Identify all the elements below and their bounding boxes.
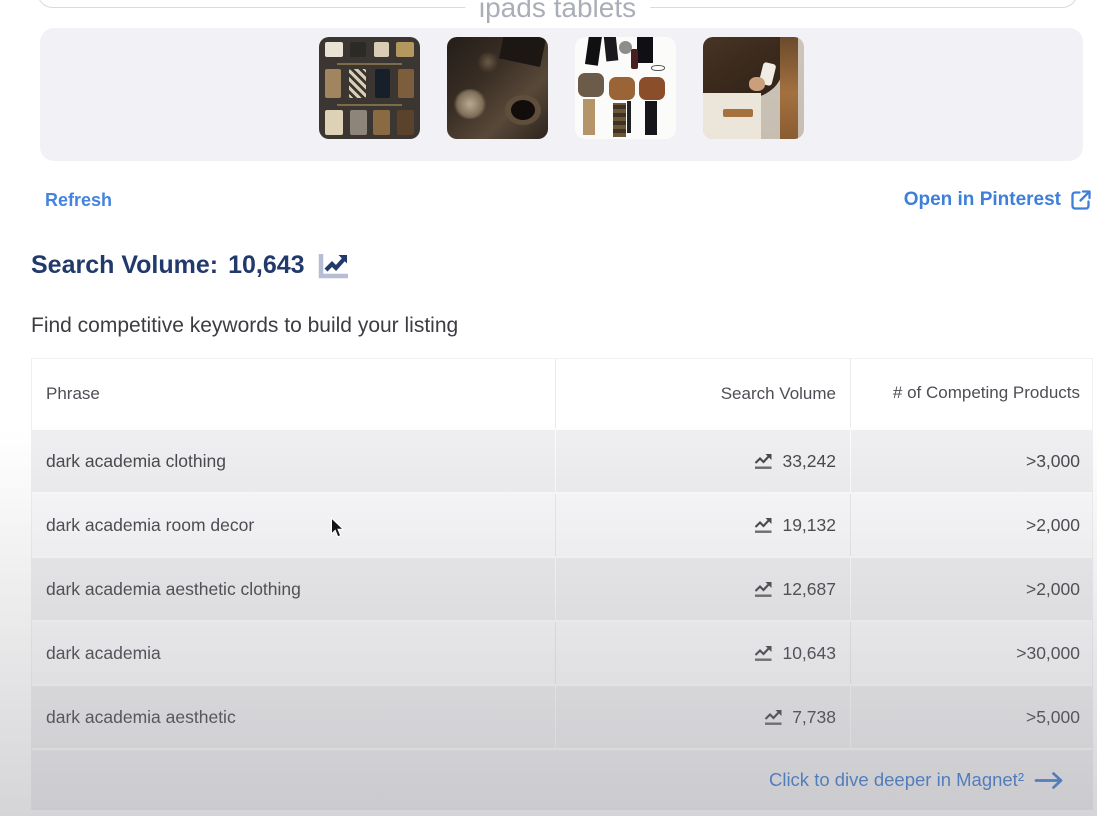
trend-chart-icon	[754, 581, 774, 598]
column-header-phrase[interactable]: Phrase	[32, 359, 555, 428]
search-volume-value: 12,687	[782, 579, 836, 600]
table-row[interactable]: dark academia clothing 33,242 >3,000	[32, 428, 1092, 492]
phrase-cell: dark academia	[32, 622, 555, 684]
search-volume-value: 7,738	[792, 707, 836, 728]
competing-products-cell: >5,000	[850, 686, 1094, 748]
table-row[interactable]: dark academia 10,643 >30,000	[32, 620, 1092, 684]
pin-thumbnail-1[interactable]	[319, 37, 420, 139]
search-volume-value: 10,643	[782, 643, 836, 664]
external-link-icon	[1070, 189, 1092, 211]
search-volume-value: 19,132	[782, 515, 836, 536]
pin-thumbnail-3[interactable]	[575, 37, 676, 139]
open-in-pinterest-link[interactable]: Open in Pinterest	[904, 189, 1092, 211]
truncated-input-text: ipads tablets	[465, 0, 650, 23]
truncated-search-input[interactable]: ipads tablets	[37, 0, 1078, 8]
search-volume-cell: 10,643	[555, 622, 850, 684]
table-row[interactable]: dark academia room decor 19,132 >2,000	[32, 492, 1092, 556]
phrase-cell: dark academia clothing	[32, 430, 555, 492]
trend-chart-icon	[764, 709, 784, 726]
search-volume-value: 33,242	[782, 451, 836, 472]
trend-chart-icon	[754, 517, 774, 534]
table-row[interactable]: dark academia aesthetic clothing 12,687 …	[32, 556, 1092, 620]
dive-deeper-magnet-link[interactable]: Click to dive deeper in Magnet²	[769, 769, 1064, 791]
search-volume-cell: 19,132	[555, 494, 850, 556]
search-volume-cell: 7,738	[555, 686, 850, 748]
competing-products-cell: >2,000	[850, 558, 1094, 620]
open-in-pinterest-label: Open in Pinterest	[904, 189, 1061, 211]
competing-products-cell: >3,000	[850, 430, 1094, 492]
competing-products-cell: >2,000	[850, 494, 1094, 556]
trend-chart-icon[interactable]	[317, 252, 350, 280]
phrase-cell: dark academia room decor	[32, 494, 555, 556]
pin-thumbnail-4[interactable]	[703, 37, 804, 139]
search-volume-heading: Search Volume: 10,643	[31, 251, 350, 280]
trend-chart-icon	[754, 645, 774, 662]
arrow-right-icon	[1034, 771, 1064, 790]
table-title: Find competitive keywords to build your …	[31, 314, 458, 338]
search-volume-value: 10,643	[228, 251, 304, 280]
table-header-row: Phrase Search Volume # of Competing Prod…	[32, 358, 1092, 428]
dive-deeper-label: Click to dive deeper in Magnet²	[769, 769, 1024, 791]
column-header-search-volume[interactable]: Search Volume	[555, 359, 850, 428]
phrase-cell: dark academia aesthetic	[32, 686, 555, 748]
refresh-link[interactable]: Refresh	[45, 190, 112, 211]
search-volume-cell: 12,687	[555, 558, 850, 620]
keyword-table: Phrase Search Volume # of Competing Prod…	[31, 358, 1093, 810]
table-row[interactable]: dark academia aesthetic 7,738 >5,000	[32, 684, 1092, 748]
column-header-competing-products[interactable]: # of Competing Products	[850, 359, 1094, 428]
search-volume-label: Search Volume:	[31, 251, 218, 280]
table-footer: Click to dive deeper in Magnet²	[32, 748, 1092, 810]
trend-chart-icon	[754, 453, 774, 470]
phrase-cell: dark academia aesthetic clothing	[32, 558, 555, 620]
screenshot-stage: ipads tablets	[0, 0, 1097, 816]
competing-products-cell: >30,000	[850, 622, 1094, 684]
pin-thumbnail-2[interactable]	[447, 37, 548, 139]
search-volume-cell: 33,242	[555, 430, 850, 492]
pinterest-pins-card	[40, 28, 1083, 161]
